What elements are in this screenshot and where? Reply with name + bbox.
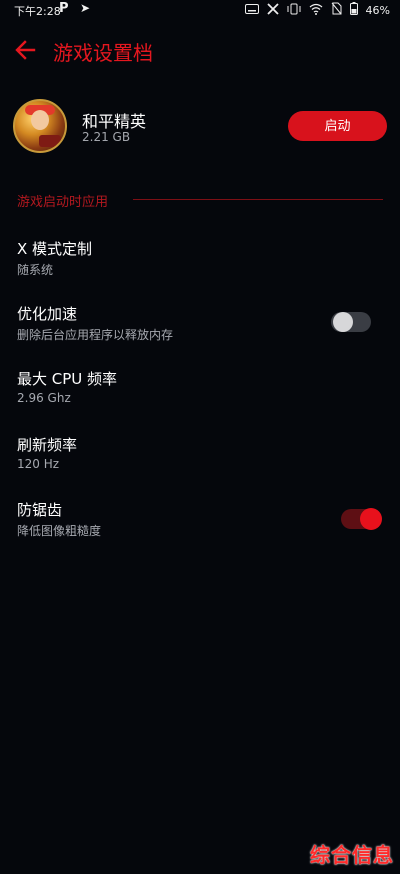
setting-refresh-rate[interactable]: 刷新频率 120 Hz xyxy=(17,434,383,484)
toggle-knob xyxy=(360,508,382,530)
anti-aliasing-toggle[interactable] xyxy=(341,508,382,530)
x-icon xyxy=(266,2,279,18)
setting-subtitle: 删除后台应用程序以释放内存 xyxy=(17,328,174,342)
game-size: 2.21 GB xyxy=(82,130,131,144)
status-icons: 46% xyxy=(244,2,390,18)
no-sim-icon xyxy=(331,2,342,18)
setting-subtitle: 2.96 Ghz xyxy=(17,391,71,405)
setting-max-cpu-frequency[interactable]: 最大 CPU 频率 2.96 Ghz xyxy=(17,368,383,418)
game-row: 和平精英 2.21 GB 启动 xyxy=(0,96,400,160)
parking-app-icon: P xyxy=(59,1,69,16)
game-name: 和平精英 xyxy=(82,112,147,131)
setting-title: 优化加速 xyxy=(17,305,78,323)
toggle-knob xyxy=(333,312,353,332)
back-button[interactable] xyxy=(12,36,40,64)
send-icon: ➤ xyxy=(80,1,91,15)
setting-subtitle: 120 Hz xyxy=(17,457,60,471)
setting-title: 最大 CPU 频率 xyxy=(17,370,118,388)
battery-percent: 46% xyxy=(365,3,390,17)
status-bar: 下午2:28 P ➤ 46% xyxy=(0,0,400,20)
section-divider xyxy=(133,199,383,200)
section-header: 游戏启动时应用 xyxy=(17,191,383,211)
wifi-icon xyxy=(309,3,323,18)
section-title: 游戏启动时应用 xyxy=(17,195,109,210)
setting-anti-aliasing[interactable]: 防锯齿 降低图像粗糙度 xyxy=(17,499,383,549)
keyboard-icon xyxy=(244,3,259,17)
page-title: 游戏设置档 xyxy=(53,41,153,65)
watermark: 综合信息 xyxy=(310,843,394,867)
vibrate-icon xyxy=(287,3,301,18)
status-time: 下午2:28 xyxy=(14,5,61,18)
setting-subtitle: 随系统 xyxy=(17,263,54,277)
launch-button[interactable]: 启动 xyxy=(288,111,387,141)
game-icon xyxy=(13,99,67,153)
setting-title: X 模式定制 xyxy=(17,240,93,258)
app-bar: 游戏设置档 xyxy=(0,28,400,72)
back-arrow-icon xyxy=(15,40,36,60)
setting-subtitle: 降低图像粗糙度 xyxy=(17,524,102,538)
optimize-toggle[interactable] xyxy=(331,312,371,332)
setting-title: 防锯齿 xyxy=(17,501,63,519)
setting-x-mode[interactable]: X 模式定制 随系统 xyxy=(17,238,383,288)
setting-title: 刷新频率 xyxy=(17,436,78,454)
setting-optimize-accelerate[interactable]: 优化加速 删除后台应用程序以释放内存 xyxy=(17,303,383,353)
battery-icon xyxy=(349,2,358,18)
